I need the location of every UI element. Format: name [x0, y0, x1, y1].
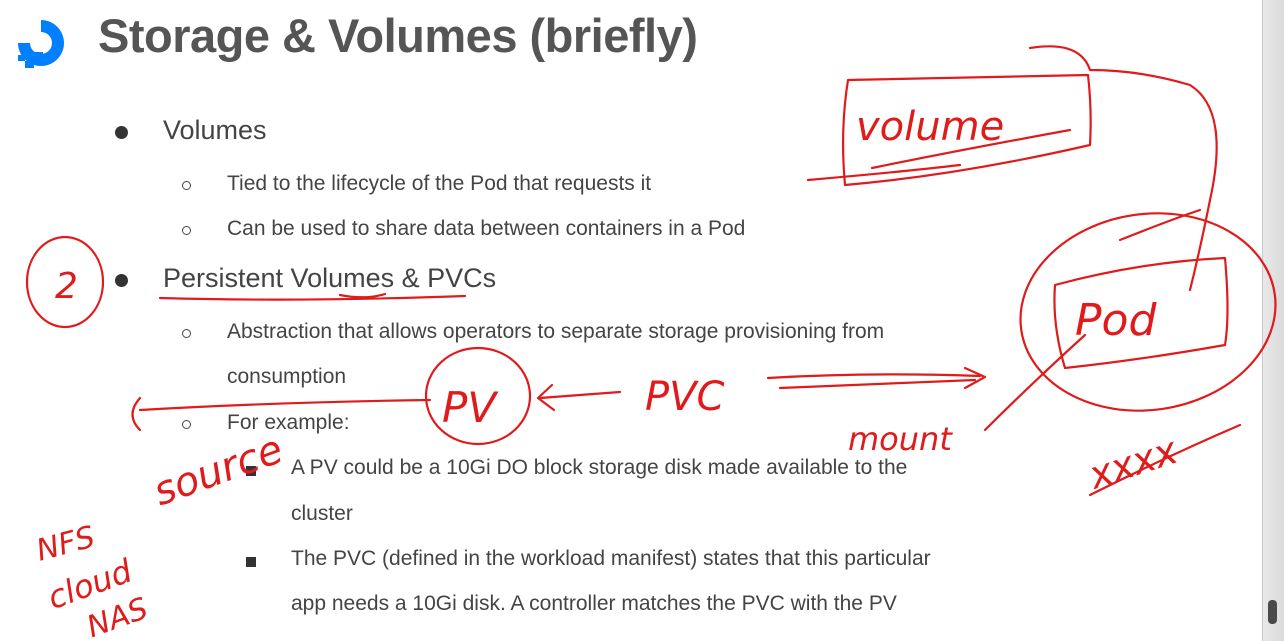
ink-pod-label: Pod: [1075, 295, 1157, 346]
sub-item-share-data: Can be used to share data between contai…: [227, 217, 746, 240]
subsub-item-pv-example-cont: cluster: [291, 502, 353, 525]
subsub-item-pvc-example-cont: app needs a 10Gi disk. A controller matc…: [291, 592, 897, 615]
ink-volume-label: volume: [856, 104, 1004, 150]
sub-item-abstraction-cont: consumption: [227, 365, 347, 388]
ink-pvc-to-pv-arrowhead: [536, 383, 556, 412]
bullet-volumes: [115, 126, 128, 139]
ink-volume-line: [806, 163, 962, 182]
bullet-subsub-2: [246, 557, 256, 567]
ink-pvc-to-pod-arrow-2: [778, 378, 977, 390]
ink-mount-label: mount: [848, 420, 953, 458]
ink-pod-tick: [1118, 208, 1202, 242]
ink-number-label: 2: [55, 266, 78, 307]
ink-pv-to-source-line: [138, 398, 432, 412]
item-volumes: Volumes: [163, 115, 267, 145]
ink-pvc-label: PVC: [645, 374, 724, 420]
ink-nfs-label: NFS: [33, 520, 99, 569]
ink-cloud-label: cloud: [43, 551, 138, 617]
digitalocean-logo-icon: [18, 20, 64, 68]
ink-source-arrow: [131, 396, 142, 432]
subsub-item-pv-example: A PV could be a 10Gi DO block storage di…: [291, 456, 908, 479]
sub-item-lifecycle: Tied to the lifecycle of the Pod that re…: [227, 172, 652, 195]
subsub-item-pvc-example: The PVC (defined in the workload manifes…: [291, 547, 931, 570]
ink-volume-box: [841, 73, 1092, 187]
scrollbar-thumb[interactable]: [1268, 600, 1277, 624]
ink-mount-to-pod: [983, 333, 1087, 432]
ink-pvc-to-pod-arrowhead: [963, 366, 987, 390]
ink-nas-label: NAS: [82, 591, 152, 641]
slide-title: Storage & Volumes (briefly): [98, 9, 698, 62]
sub-item-abstraction: Abstraction that allows operators to sep…: [227, 320, 885, 343]
ink-pvc-to-pv-arrow: [538, 390, 622, 400]
ink-pv-label: PV: [442, 383, 499, 432]
ink-pod-box: [1053, 256, 1229, 370]
bullet-sub-1: [182, 181, 191, 190]
ink-source-label: source: [148, 426, 289, 515]
item-persistent-volumes: Persistent Volumes & PVCs: [163, 263, 497, 293]
ink-pv-underline-2: [338, 292, 387, 299]
ink-pv-circle: [424, 346, 532, 446]
ink-pod-circle: [1019, 212, 1277, 412]
bullet-sub-3: [182, 329, 191, 338]
sub-item-for-example: For example:: [227, 411, 350, 434]
ink-volume-underline: [870, 128, 1072, 170]
ink-xxxx-label: xxxx: [1083, 428, 1184, 498]
ink-pv-underline: [158, 294, 467, 301]
ink-number-circle: [25, 235, 105, 329]
ink-xxxx-underline: [1088, 423, 1242, 497]
bullet-subsub-1: [246, 466, 256, 476]
ink-pvc-to-pod-arrow: [766, 373, 982, 380]
bullet-sub-4: [182, 420, 191, 429]
bullet-pv: [115, 274, 128, 287]
bullet-sub-2: [182, 226, 191, 235]
ink-volume-to-pod: [1028, 45, 1218, 292]
scrollbar-track[interactable]: [1262, 0, 1284, 641]
